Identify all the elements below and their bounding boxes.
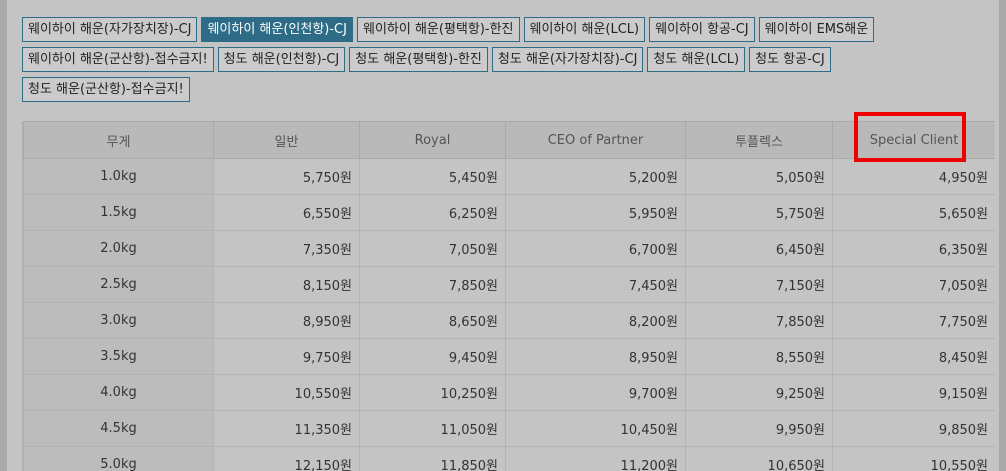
table-row: 4.0kg 10,550원 10,250원 9,700원 9,250원 9,150원 [23,374,995,411]
header-twoplex: 투플렉스 [685,121,833,159]
shipping-rate-table: 무게 일반 Royal CEO of Partner 투플렉스 Special … [23,121,995,471]
tab-row: 청도 해운(군산항)-접수금지! [22,77,992,102]
price-cell: 5,750원 [213,158,360,195]
tab-weihai-air-cj[interactable]: 웨이하이 항공-CJ [649,17,755,42]
tab-weihai-sea-incheon-cj[interactable]: 웨이하이 해운(인천항)-CJ [201,17,353,42]
page-left-border [0,0,7,471]
table-row: 5.0kg 12,150원 11,850원 11,200원 10,650원 10,550원 [23,446,995,471]
price-cell: 7,050원 [359,230,506,267]
tab-qingdao-sea-lcl[interactable]: 청도 해운(LCL) [647,47,746,72]
table-row: 3.0kg 8,950원 8,650원 8,200원 7,850원 7,750원 [23,302,995,339]
price-cell: 11,200원 [505,446,686,471]
price-cell: 8,150원 [213,266,360,303]
price-cell: 9,700원 [505,374,686,411]
table-row: 3.5kg 9,750원 9,450원 8,950원 8,550원 8,450원 [23,338,995,375]
tab-weihai-sea-self-bonded-cj[interactable]: 웨이하이 해운(자가장치장)-CJ [22,17,198,42]
price-cell: 8,550원 [685,338,833,375]
price-cell: 6,250원 [359,194,506,231]
price-cell: 11,050원 [359,410,506,447]
price-cell: 9,150원 [832,374,995,411]
price-cell: 9,450원 [359,338,506,375]
header-general: 일반 [213,121,360,159]
weight-cell: 3.5kg [23,338,214,375]
price-cell: 7,850원 [359,266,506,303]
price-cell: 6,450원 [685,230,833,267]
price-cell: 5,650원 [832,194,995,231]
price-cell: 8,200원 [505,302,686,339]
price-cell: 5,450원 [359,158,506,195]
price-cell: 5,050원 [685,158,833,195]
table-row: 2.5kg 8,150원 7,850원 7,450원 7,150원 7,050원 [23,266,995,303]
header-royal: Royal [359,121,506,159]
price-cell: 10,550원 [832,446,995,471]
price-cell: 8,950원 [213,302,360,339]
table-row: 2.0kg 7,350원 7,050원 6,700원 6,450원 6,350원 [23,230,995,267]
price-cell: 7,450원 [505,266,686,303]
price-cell: 9,250원 [685,374,833,411]
tab-weihai-ems-sea[interactable]: 웨이하이 EMS해운 [758,17,875,42]
price-cell: 6,350원 [832,230,995,267]
weight-cell: 4.0kg [23,374,214,411]
price-cell: 10,450원 [505,410,686,447]
price-cell: 7,750원 [832,302,995,339]
price-cell: 4,950원 [832,158,995,195]
tab-qingdao-sea-incheon-cj[interactable]: 청도 해운(인천항)-CJ [217,47,346,72]
price-cell: 11,350원 [213,410,360,447]
price-cell: 5,200원 [505,158,686,195]
tab-weihai-sea-lcl[interactable]: 웨이하이 해운(LCL) [523,17,646,42]
price-cell: 5,950원 [505,194,686,231]
price-cell: 10,550원 [213,374,360,411]
tab-qingdao-sea-gunsan-blocked[interactable]: 청도 해운(군산항)-접수금지! [22,77,190,102]
weight-cell: 1.0kg [23,158,214,195]
tab-row: 웨이하이 해운(자가장치장)-CJ 웨이하이 해운(인천항)-CJ 웨이하이 해… [22,17,992,42]
rate-table-container: 무게 일반 Royal CEO of Partner 투플렉스 Special … [22,121,995,471]
price-cell: 8,450원 [832,338,995,375]
weight-cell: 2.0kg [23,230,214,267]
price-cell: 6,550원 [213,194,360,231]
weight-cell: 1.5kg [23,194,214,231]
header-weight: 무게 [23,121,214,159]
page-right-border [999,0,1006,471]
tab-weihai-sea-pyeongtaek-hanjin[interactable]: 웨이하이 해운(평택항)-한진 [356,17,520,42]
weight-cell: 2.5kg [23,266,214,303]
tab-qingdao-sea-self-bonded-cj[interactable]: 청도 해운(자가장치장)-CJ [491,47,644,72]
price-cell: 8,950원 [505,338,686,375]
price-cell: 7,850원 [685,302,833,339]
price-cell: 11,850원 [359,446,506,471]
header-ceo-of-partner: CEO of Partner [505,121,686,159]
table-row: 1.0kg 5,750원 5,450원 5,200원 5,050원 4,950원 [23,158,995,195]
price-cell: 7,050원 [832,266,995,303]
price-cell: 5,750원 [685,194,833,231]
price-cell: 6,700원 [505,230,686,267]
shipping-route-tabs: 웨이하이 해운(자가장치장)-CJ 웨이하이 해운(인천항)-CJ 웨이하이 해… [22,17,992,107]
table-header-row: 무게 일반 Royal CEO of Partner 투플렉스 Special … [23,121,995,159]
tab-qingdao-sea-pyeongtaek-hanjin[interactable]: 청도 해운(평택항)-한진 [349,47,488,72]
price-cell: 7,350원 [213,230,360,267]
tab-qingdao-air-cj[interactable]: 청도 항공-CJ [749,47,831,72]
tab-weihai-sea-gunsan-blocked[interactable]: 웨이하이 해운(군산항)-접수금지! [22,47,214,72]
weight-cell: 5.0kg [23,446,214,471]
weight-cell: 3.0kg [23,302,214,339]
price-cell: 12,150원 [213,446,360,471]
weight-cell: 4.5kg [23,410,214,447]
price-cell: 7,150원 [685,266,833,303]
table-row: 1.5kg 6,550원 6,250원 5,950원 5,750원 5,650원 [23,194,995,231]
price-cell: 9,750원 [213,338,360,375]
table-row: 4.5kg 11,350원 11,050원 10,450원 9,950원 9,850원 [23,410,995,447]
price-cell: 8,650원 [359,302,506,339]
price-cell: 10,650원 [685,446,833,471]
header-special-client: Special Client [832,121,995,159]
tab-row: 웨이하이 해운(군산항)-접수금지! 청도 해운(인천항)-CJ 청도 해운(평… [22,47,992,72]
price-cell: 10,250원 [359,374,506,411]
price-cell: 9,850원 [832,410,995,447]
price-cell: 9,950원 [685,410,833,447]
